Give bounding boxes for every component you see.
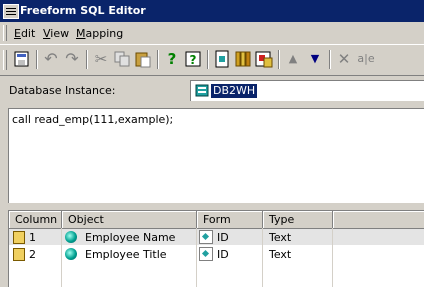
- toolbar-separator: [36, 50, 38, 69]
- toolbar-separator: [329, 50, 331, 69]
- object-browser-button[interactable]: [254, 49, 274, 69]
- key-icon: [13, 231, 25, 244]
- row-type: Text: [269, 248, 292, 261]
- database-instance-field[interactable]: DB2WH: [190, 80, 424, 101]
- menu-mapping[interactable]: Mapping: [76, 27, 123, 40]
- copy-icon: [112, 51, 132, 72]
- cut-icon: ✂: [94, 50, 108, 68]
- rename-button[interactable]: a|e: [356, 49, 376, 69]
- redo-icon: ↷: [65, 49, 79, 68]
- context-help-button[interactable]: ?: [183, 49, 203, 69]
- menu-grip: [3, 25, 7, 41]
- menu-view[interactable]: View: [43, 27, 69, 40]
- copy-button[interactable]: [112, 49, 132, 69]
- row-form: ID: [217, 248, 229, 261]
- paste-icon: [133, 52, 153, 72]
- database-instance-label: Database Instance:: [9, 84, 116, 97]
- database-instance-value: DB2WH: [211, 84, 258, 98]
- column-header-filler: [333, 211, 424, 229]
- undo-button[interactable]: ↶: [41, 49, 61, 69]
- column-header-form[interactable]: Form: [197, 211, 263, 229]
- help-button[interactable]: ?: [162, 49, 182, 69]
- table-row[interactable]: 1 Employee Name ID Text: [9, 229, 424, 245]
- row-column-number: 2: [29, 248, 36, 261]
- delete-button[interactable]: ✕: [334, 49, 354, 69]
- svg-text:?: ?: [190, 53, 197, 67]
- cut-button[interactable]: ✂: [91, 49, 111, 69]
- mapping-grid[interactable]: Column Object Form Type 1 Employee Name …: [8, 210, 424, 287]
- redo-button[interactable]: ↷: [62, 49, 82, 69]
- database-icon: [195, 84, 209, 97]
- grid-line: [332, 228, 333, 287]
- column-header-type[interactable]: Type: [263, 211, 333, 229]
- row-object: Employee Title: [85, 248, 167, 261]
- window-title: Freeform SQL Editor: [20, 4, 146, 17]
- grid-line: [262, 228, 263, 287]
- column-header-column[interactable]: Column: [9, 211, 62, 229]
- attribute-icon: [65, 248, 77, 260]
- toolbar: ↶ ↷ ✂ ? ? ▲ ▼ ✕ a|e: [0, 44, 424, 76]
- context-help-icon: ?: [183, 51, 203, 72]
- toolbar-grip: [3, 50, 7, 70]
- row-form: ID: [217, 231, 229, 244]
- menu-edit[interactable]: Edit: [14, 27, 35, 40]
- rename-icon: a|e: [357, 52, 375, 65]
- save-button[interactable]: [12, 49, 32, 69]
- row-type: Text: [269, 231, 292, 244]
- sql-statement: call read_emp(111,example);: [12, 113, 174, 126]
- move-up-button[interactable]: ▲: [283, 49, 303, 69]
- title-bar: Freeform SQL Editor: [0, 0, 424, 22]
- form-icon: [199, 230, 213, 244]
- form-icon: [199, 247, 213, 261]
- sql-editor[interactable]: call read_emp(111,example);: [8, 108, 424, 203]
- library-icon: [233, 51, 253, 72]
- arrow-down-icon: ▼: [310, 52, 320, 65]
- insert-prompt-button[interactable]: [212, 49, 232, 69]
- save-icon: [12, 51, 32, 72]
- toolbar-separator: [86, 50, 88, 69]
- toolbar-separator: [278, 50, 280, 69]
- table-row[interactable]: 2 Employee Title ID Text: [9, 246, 424, 262]
- delete-icon: ✕: [337, 50, 351, 68]
- toolbar-separator: [157, 50, 159, 69]
- row-object: Employee Name: [85, 231, 176, 244]
- grid-line: [61, 228, 62, 287]
- help-icon: ?: [167, 50, 177, 68]
- key-icon: [13, 248, 25, 261]
- column-header-object[interactable]: Object: [62, 211, 197, 229]
- undo-icon: ↶: [44, 49, 58, 68]
- sql-editor-icon: [3, 4, 19, 19]
- library-button[interactable]: [233, 49, 253, 69]
- grid-line: [196, 228, 197, 287]
- attribute-icon: [65, 231, 77, 243]
- row-column-number: 1: [29, 231, 36, 244]
- toolbar-separator: [207, 50, 209, 69]
- menu-bar: Edit View Mapping: [0, 22, 424, 44]
- move-down-button[interactable]: ▼: [305, 49, 325, 69]
- arrow-up-icon: ▲: [288, 52, 298, 65]
- insert-prompt-icon: [212, 50, 232, 72]
- object-browser-icon: [254, 51, 274, 72]
- paste-button[interactable]: [133, 49, 153, 69]
